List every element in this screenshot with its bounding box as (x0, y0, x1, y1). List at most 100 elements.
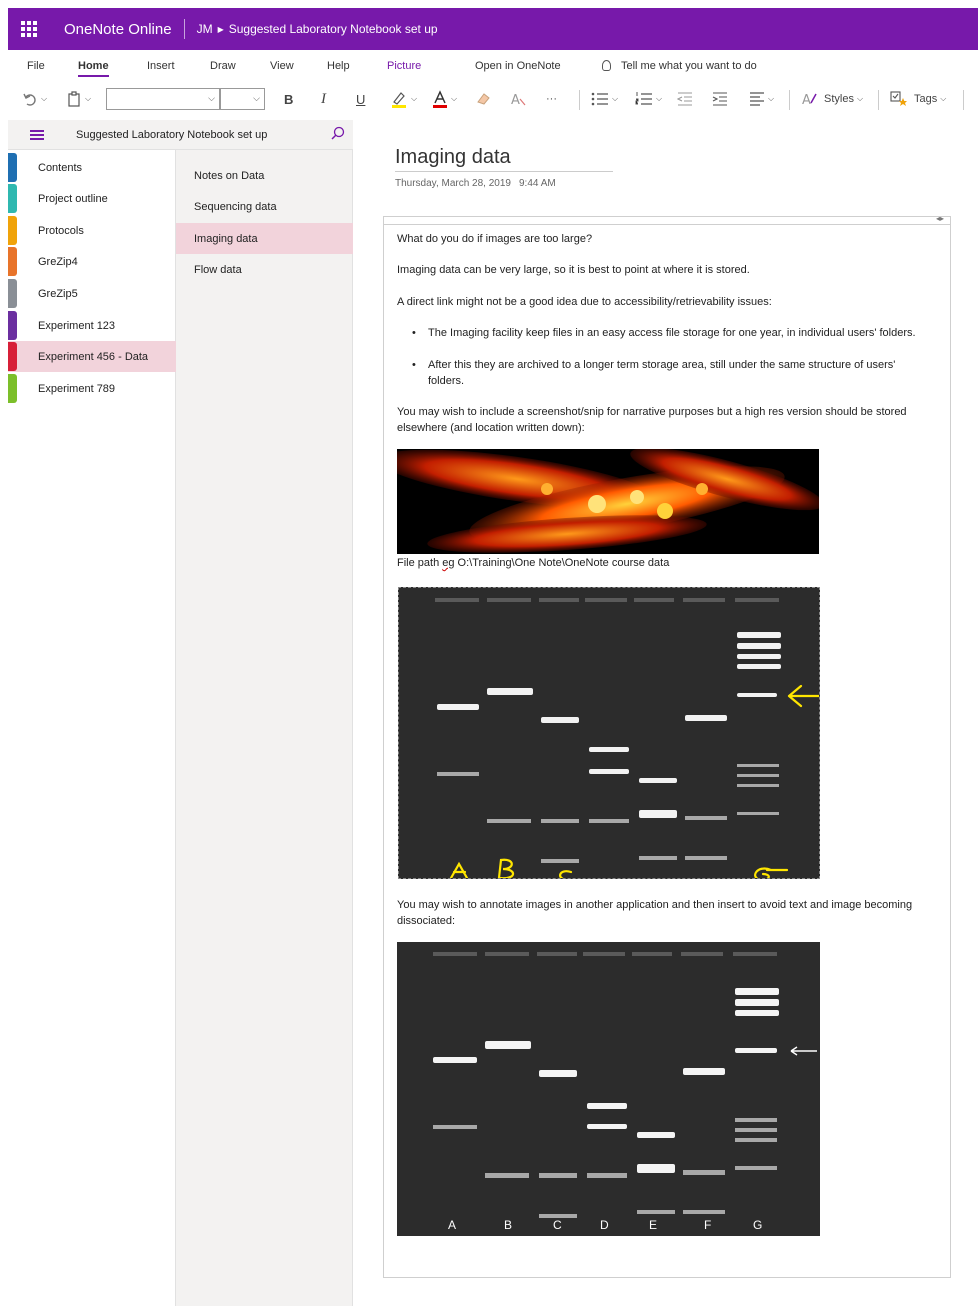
paragraph-screenshot-advice[interactable]: You may wish to include a screenshot/sni… (397, 404, 947, 436)
section-item-grezip5[interactable]: GreZip5 (8, 278, 176, 309)
page-title[interactable]: Imaging data (395, 146, 613, 172)
chevron-down-icon: ⌵ (41, 94, 48, 103)
tab-view[interactable]: View (270, 60, 294, 72)
tab-home[interactable]: Home (78, 60, 109, 77)
chevron-down-icon: ⌵ (856, 94, 864, 103)
hamburger-menu-icon[interactable] (30, 128, 44, 142)
section-color-tab (8, 342, 17, 371)
nav-notebook-title[interactable]: Suggested Laboratory Notebook set up (76, 129, 267, 141)
lane-label-c: C (553, 1218, 562, 1232)
section-color-tab (8, 279, 17, 308)
bullet-imaging-facility[interactable]: The Imaging facility keep files in an ea… (412, 325, 932, 341)
indent-icon (712, 92, 727, 106)
note-container[interactable]: ◂▸ What do you do if images are too larg… (383, 214, 951, 1278)
page-date-text: Thursday, March 28, 2019 (395, 178, 511, 189)
page-date: Thursday, March 28, 2019 9:44 AM (395, 178, 556, 189)
tags-label: Tags (914, 93, 938, 105)
section-item-experiment-789[interactable]: Experiment 789 (8, 373, 176, 404)
increase-indent-button[interactable] (712, 86, 728, 112)
tab-file[interactable]: File (27, 60, 45, 72)
paragraph-large-data[interactable]: Imaging data can be very large, so it is… (397, 262, 947, 278)
breadcrumb-arrow-icon: ▶ (217, 24, 224, 34)
section-item-protocols[interactable]: Protocols (8, 215, 176, 246)
paragraph-align-button[interactable]: ⌵ (749, 86, 774, 112)
undo-icon (23, 93, 36, 106)
bullets-button[interactable]: ⌵ (591, 86, 618, 112)
bullet-archived[interactable]: After this they are archived to a longer… (412, 357, 932, 389)
lane-label-a: A (448, 1218, 457, 1232)
note-container-handle[interactable]: ◂▸ (384, 214, 950, 225)
numbering-button[interactable]: ⌵ (635, 86, 662, 112)
section-label: Project outline (38, 192, 108, 205)
gel-electrophoresis-image (397, 942, 820, 1236)
page-item-sequencing-data[interactable]: Sequencing data (176, 191, 353, 222)
breadcrumb: JM ▶ Suggested Laboratory Notebook set u… (197, 22, 438, 36)
paragraph-annotate-advice[interactable]: You may wish to annotate images in anoth… (397, 897, 947, 929)
tab-help[interactable]: Help (327, 60, 350, 72)
highlight-button[interactable]: ⌵ (390, 86, 417, 112)
section-item-project-outline[interactable]: Project outline (8, 183, 176, 214)
svg-text:A: A (511, 93, 520, 107)
tell-me-search[interactable]: Tell me what you want to do (602, 60, 757, 72)
page-item-imaging-data[interactable]: Imaging data (176, 223, 353, 254)
tags-button[interactable]: Tags ⌵ (890, 86, 946, 112)
more-formatting-button[interactable]: ··· (546, 86, 557, 112)
italic-button[interactable]: I (321, 86, 326, 112)
page-item-flow-data[interactable]: Flow data (176, 254, 353, 285)
tab-draw[interactable]: Draw (210, 60, 236, 72)
page-canvas[interactable]: Imaging data Thursday, March 28, 2019 9:4… (354, 120, 978, 1306)
resize-handle-icon[interactable]: ◂▸ (936, 214, 944, 223)
lane-label-d: D (600, 1218, 609, 1232)
toolbar-divider (789, 90, 790, 110)
section-item-experiment-123[interactable]: Experiment 123 (8, 310, 176, 341)
section-color-tab (8, 374, 17, 403)
font-color-button[interactable]: ⌵ (432, 86, 457, 112)
section-color-tab (8, 247, 17, 276)
ribbon-tabs: File Home Insert Draw View Help Picture … (8, 58, 978, 78)
lane-label-f: F (704, 1218, 712, 1232)
page-item-notes-on-data[interactable]: Notes on Data (176, 160, 353, 191)
chevron-down-icon: ⌵ (208, 93, 215, 103)
fluorescence-image[interactable] (397, 449, 819, 554)
chevron-down-icon: ⌵ (253, 93, 260, 103)
chevron-down-icon: ⌵ (940, 94, 947, 103)
bold-button[interactable]: B (284, 86, 293, 112)
section-item-grezip4[interactable]: GreZip4 (8, 246, 176, 277)
lane-label-g: G (753, 1218, 763, 1232)
chevron-down-icon: ⌵ (612, 94, 619, 103)
tab-picture[interactable]: Picture (387, 60, 421, 72)
underline-button[interactable]: U (356, 86, 365, 112)
gel-electrophoresis-image: A (399, 588, 819, 878)
font-family-select[interactable]: ⌵ (106, 88, 220, 110)
tab-insert[interactable]: Insert (147, 60, 175, 72)
font-size-select[interactable]: ⌵ (220, 88, 265, 110)
search-icon[interactable] (331, 126, 345, 140)
breadcrumb-notebook[interactable]: Suggested Laboratory Notebook set up (229, 22, 438, 36)
gel-image-labelled[interactable]: A B C D E F G (397, 942, 820, 1236)
file-path-prefix: File path (397, 557, 443, 569)
lightbulb-icon (602, 60, 611, 71)
paste-button[interactable]: ⌵ (66, 86, 91, 112)
paragraph-question[interactable]: What do you do if images are too large? (397, 231, 947, 247)
section-item-contents[interactable]: Contents (8, 152, 176, 183)
app-launcher-button[interactable] (8, 8, 50, 50)
section-item-experiment-456[interactable]: Experiment 456 - Data (8, 341, 176, 372)
paragraph-direct-link[interactable]: A direct link might not be a good idea d… (397, 294, 947, 310)
file-path-caption[interactable]: File path eg O:\Training\One Note\OneNot… (397, 557, 669, 569)
lane-label-b: B (504, 1218, 513, 1232)
onenote-app: OneNote Online JM ▶ Suggested Laboratory… (8, 8, 978, 1306)
styles-button[interactable]: A Styles ⌵ (802, 86, 863, 112)
undo-button[interactable]: ⌵ (22, 86, 47, 112)
gel-image-annotated[interactable]: A (398, 587, 820, 879)
clear-formatting-button[interactable]: A (510, 86, 526, 112)
breadcrumb-user[interactable]: JM (197, 22, 213, 36)
section-color-tab (8, 184, 17, 213)
format-painter-button[interactable] (475, 86, 491, 112)
app-name[interactable]: OneNote Online (64, 21, 172, 38)
clear-formatting-icon: A (511, 93, 526, 107)
worm-micrograph-image (397, 449, 819, 554)
open-in-onenote-button[interactable]: Open in OneNote (475, 60, 561, 72)
tell-me-label: Tell me what you want to do (621, 60, 757, 72)
chevron-down-icon: ⌵ (768, 94, 775, 103)
decrease-indent-button[interactable] (677, 86, 693, 112)
